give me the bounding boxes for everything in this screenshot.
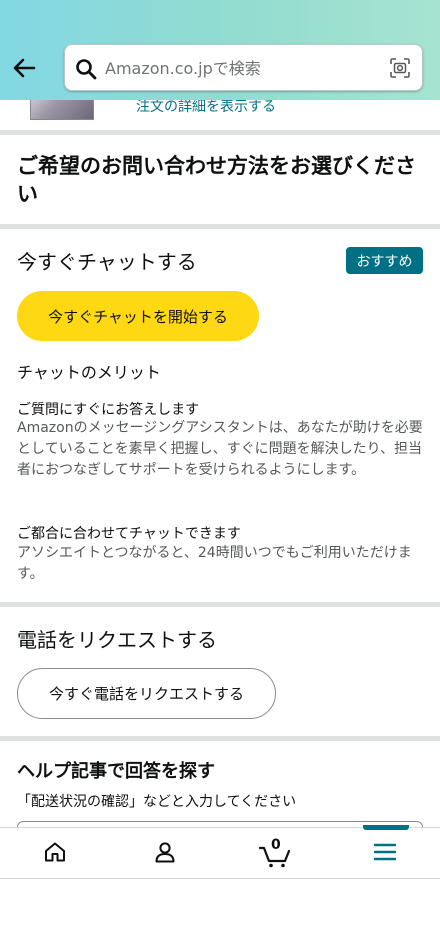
benefit-description: アソシエイトとつながると、24時間いつでもご利用いただけます。	[17, 545, 412, 582]
home-icon	[43, 840, 67, 868]
recommended-badge: おすすめ	[346, 247, 423, 274]
search-box[interactable]	[64, 44, 423, 91]
back-arrow-icon[interactable]	[10, 56, 38, 80]
nav-home[interactable]	[0, 828, 110, 880]
order-details-link[interactable]: 注文の詳細を表示する	[136, 100, 276, 116]
nav-cart[interactable]: 0	[220, 828, 330, 880]
benefit-description: Amazonのメッセージングアシスタントは、あなたが助けを必要としていることを素…	[17, 420, 423, 478]
help-heading: ヘルプ記事で回答を探す	[17, 761, 215, 782]
product-thumbnail[interactable]	[30, 100, 94, 120]
start-chat-button[interactable]: 今すぐチャットを開始する	[17, 291, 259, 341]
camera-scan-icon[interactable]	[388, 56, 412, 80]
benefit-title: ご都合に合わせてチャットできます	[17, 526, 241, 542]
section-divider	[0, 736, 440, 741]
request-call-button[interactable]: 今すぐ電話をリクエストする	[17, 668, 276, 719]
nav-account[interactable]	[110, 828, 220, 880]
phone-heading: 電話をリクエストする	[17, 628, 217, 652]
nav-active-indicator	[363, 825, 409, 830]
help-hint-text: 「配送状況の確認」などと入力してください	[17, 794, 297, 810]
section-divider	[0, 602, 440, 607]
section-divider	[0, 130, 440, 135]
account-icon	[153, 840, 177, 868]
section-divider	[0, 224, 440, 229]
menu-icon	[373, 841, 397, 867]
search-input[interactable]	[105, 53, 375, 83]
cart-count: 0	[271, 837, 281, 853]
nav-menu[interactable]	[330, 828, 440, 880]
bottom-navigation: 0	[0, 825, 440, 880]
cart-icon: 0	[258, 837, 292, 869]
order-summary-strip: 注文の詳細を表示する	[0, 100, 440, 128]
chat-merits-title: チャットのメリット	[17, 363, 161, 382]
contact-method-title: ご希望のお問い合わせ方法をお選びください	[17, 154, 416, 206]
header-bar	[0, 0, 440, 100]
search-icon[interactable]	[75, 58, 97, 80]
benefit-title: ご質問にすぐにお答えします	[17, 402, 200, 418]
chat-heading: 今すぐチャットする	[17, 250, 197, 274]
